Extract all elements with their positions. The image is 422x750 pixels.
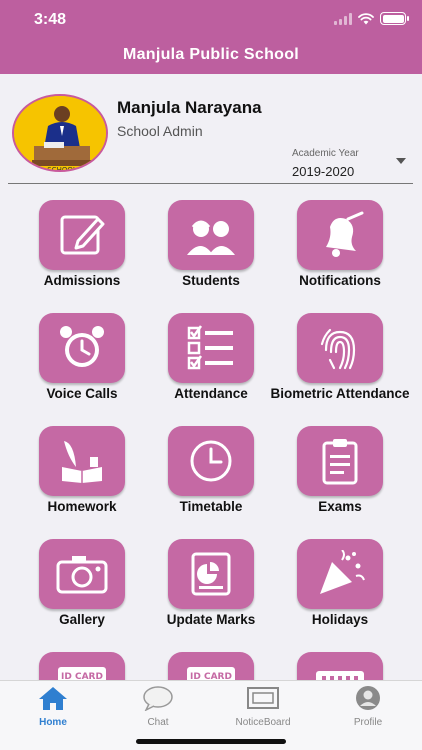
tile-timetable[interactable]: Timetable (151, 426, 271, 536)
tile-attendance[interactable]: Attendance (151, 313, 271, 423)
user-name: Manjula Narayana (117, 98, 262, 117)
quill-book-icon (39, 426, 125, 496)
tile-homework[interactable]: Homework (22, 426, 142, 536)
profile-section: SCHOOL Manjula Narayana School Admin Aca… (0, 74, 422, 186)
signal-icon (334, 12, 352, 25)
alarm-clock-icon (39, 313, 125, 383)
id-card-icon: ID CARD (168, 652, 254, 680)
tile-label: Update Marks (166, 612, 256, 627)
tile-gallery[interactable]: Gallery (22, 539, 142, 649)
tile-label: Homework (47, 499, 117, 514)
tile-label: Biometric Attendance (270, 386, 410, 401)
tab-chat[interactable]: Chat (123, 685, 193, 728)
tile-label: Notifications (299, 273, 381, 288)
tab-label: Profile (353, 717, 383, 728)
status-icons (334, 12, 409, 25)
checklist-icon (168, 313, 254, 383)
clipboard-icon (297, 426, 383, 496)
divider (8, 183, 413, 184)
clock-icon (168, 426, 254, 496)
bell-icon (297, 200, 383, 270)
fingerprint-icon (297, 313, 383, 383)
tile-admissions[interactable]: Admissions (22, 200, 142, 310)
tile-card[interactable] (280, 652, 400, 680)
tile-id-card-2[interactable]: ID CARD (151, 652, 271, 680)
id-card-icon: ID CARD (39, 652, 125, 680)
tile-label: Attendance (174, 386, 248, 401)
tile-students[interactable]: Students (151, 200, 271, 310)
camera-icon (39, 539, 125, 609)
academic-year-label: Academic Year (292, 148, 359, 159)
home-icon (39, 687, 67, 710)
students-icon (168, 200, 254, 270)
tab-home[interactable]: Home (18, 685, 88, 728)
dropdown-arrow-icon[interactable] (396, 158, 406, 164)
tab-label: Home (39, 717, 67, 728)
tile-biometric-attendance[interactable]: Biometric Attendance (270, 313, 410, 423)
school-logo: SCHOOL (12, 94, 108, 172)
noticeboard-icon (247, 687, 279, 709)
tab-profile[interactable]: Profile (333, 685, 403, 728)
tile-label: Admissions (43, 273, 121, 288)
tile-label: Exams (318, 499, 362, 514)
id-card-badge: ID CARD (61, 672, 103, 680)
user-role: School Admin (117, 123, 203, 139)
tile-label: Students (182, 273, 240, 288)
profile-icon (356, 686, 380, 710)
tile-label: Gallery (59, 612, 105, 627)
app-header: 3:48 Manjula Public School (0, 0, 422, 74)
tile-exams[interactable]: Exams (280, 426, 400, 536)
pencil-square-icon (39, 200, 125, 270)
party-popper-icon (297, 539, 383, 609)
menu-grid: Admissions Students Notifications Voice … (0, 200, 422, 680)
tile-notifications[interactable]: Notifications (280, 200, 400, 310)
tile-label: Holidays (311, 612, 369, 627)
svg-text:SCHOOL: SCHOOL (47, 166, 77, 172)
tile-voice-calls[interactable]: Voice Calls (22, 313, 142, 423)
tile-update-marks[interactable]: Update Marks (151, 539, 271, 649)
chat-icon (143, 686, 173, 712)
academic-year-select[interactable]: 2019-2020 (292, 164, 354, 179)
card-icon (297, 652, 383, 680)
wifi-icon (358, 12, 374, 24)
battery-icon (380, 12, 409, 25)
tab-label: Chat (147, 717, 169, 728)
id-card-badge: ID CARD (190, 672, 232, 680)
status-time: 3:48 (34, 11, 67, 28)
report-icon (168, 539, 254, 609)
tile-label: Voice Calls (46, 386, 118, 401)
page-title: Manjula Public School (122, 46, 300, 63)
tile-holidays[interactable]: Holidays (280, 539, 400, 649)
home-indicator (136, 739, 286, 744)
tile-id-card-1[interactable]: ID CARD (22, 652, 142, 680)
tab-label: NoticeBoard (235, 717, 291, 728)
tile-label: Timetable (179, 499, 243, 514)
tab-noticeboard[interactable]: NoticeBoard (228, 685, 298, 728)
